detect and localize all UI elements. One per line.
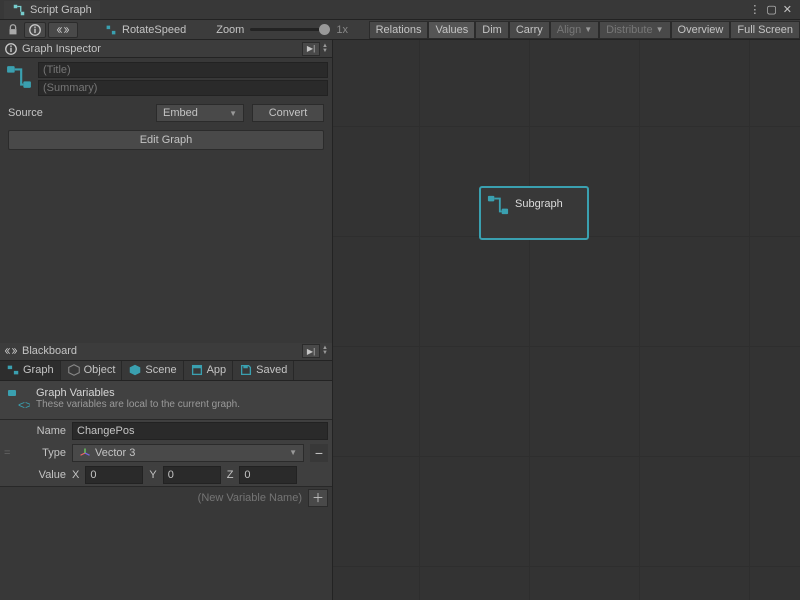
sidebar: Graph Inspector ▶| ▲ ▼ (Title) (Summary) xyxy=(0,40,333,600)
graph-variables-icon: <> xyxy=(6,387,30,411)
carry-button[interactable]: Carry xyxy=(509,21,550,39)
variable-icon xyxy=(104,23,118,37)
y-label: Y xyxy=(149,469,156,481)
graph-var-icon xyxy=(6,363,20,377)
graph-type-icon xyxy=(4,62,34,92)
graph-icon xyxy=(12,3,26,17)
blackboard-title: Blackboard xyxy=(22,345,77,357)
info-button[interactable] xyxy=(24,22,46,38)
panel-down-button[interactable]: ▼ xyxy=(322,49,328,54)
lock-icon xyxy=(6,23,20,37)
relations-button[interactable]: Relations xyxy=(369,21,429,39)
svg-text:<>: <> xyxy=(18,398,30,411)
fullscreen-button[interactable]: Full Screen xyxy=(730,21,800,39)
drag-handle[interactable]: = xyxy=(4,447,12,459)
window-titlebar: Script Graph ⋮ ▢ ✕ xyxy=(0,0,800,20)
chevrons-icon xyxy=(56,23,70,37)
source-label: Source xyxy=(8,107,148,119)
tab-app[interactable]: App xyxy=(184,361,234,380)
graph-variables-heading: Graph Variables xyxy=(36,387,240,399)
remove-variable-button[interactable]: − xyxy=(310,444,328,462)
graph-variables-subtext: These variables are local to the current… xyxy=(36,399,240,410)
scene-icon xyxy=(128,363,142,377)
tab-graph[interactable]: Graph xyxy=(0,361,61,380)
info-icon xyxy=(4,42,18,56)
breadcrumb-text[interactable]: RotateSpeed xyxy=(122,24,186,36)
convert-button[interactable]: Convert xyxy=(252,104,324,122)
graph-inspector-body: (Title) (Summary) Source Embed ▼ Convert… xyxy=(0,58,332,160)
add-variable-button[interactable]: ＋ xyxy=(308,489,328,507)
saved-icon xyxy=(239,363,253,377)
dim-button[interactable]: Dim xyxy=(475,21,509,39)
tab-scene[interactable]: Scene xyxy=(122,361,183,380)
value-x-input[interactable] xyxy=(85,466,143,484)
var-value-label: Value xyxy=(18,469,66,481)
edit-graph-button[interactable]: Edit Graph xyxy=(8,130,324,150)
values-button[interactable]: Values xyxy=(428,21,475,39)
collapse-right-button[interactable]: ▶| xyxy=(302,344,320,358)
subgraph-icon xyxy=(487,194,509,216)
maximize-icon[interactable]: ▢ xyxy=(766,3,776,16)
new-variable-placeholder[interactable]: (New Variable Name) xyxy=(4,492,308,504)
window-title: Script Graph xyxy=(30,4,92,16)
chevrons-icon xyxy=(4,344,18,358)
graph-inspector-header: Graph Inspector ▶| ▲ ▼ xyxy=(0,40,332,58)
panel-down-button[interactable]: ▼ xyxy=(322,351,328,356)
blackboard-header: Blackboard ▶| ▲ ▼ xyxy=(0,343,332,361)
source-dropdown[interactable]: Embed ▼ xyxy=(156,104,244,122)
z-label: Z xyxy=(227,469,234,481)
overview-button[interactable]: Overview xyxy=(671,21,731,39)
zoom-label: Zoom xyxy=(216,24,244,36)
lock-button[interactable] xyxy=(4,22,22,38)
graph-inspector-title: Graph Inspector xyxy=(22,43,101,55)
blackboard-toggle-button[interactable] xyxy=(48,22,78,38)
info-icon xyxy=(28,23,42,37)
value-y-input[interactable] xyxy=(163,466,221,484)
blackboard-tabs: Graph Object Scene App Saved xyxy=(0,361,332,381)
graph-summary-input[interactable]: (Summary) xyxy=(38,80,328,96)
object-icon xyxy=(67,363,81,377)
distribute-dropdown[interactable]: Distribute▼ xyxy=(599,21,670,39)
tab-saved[interactable]: Saved xyxy=(233,361,294,380)
app-icon xyxy=(190,363,204,377)
zoom-slider[interactable] xyxy=(250,28,330,31)
var-name-label: Name xyxy=(18,425,66,437)
vector3-icon xyxy=(79,447,91,459)
kebab-icon[interactable]: ⋮ xyxy=(749,3,760,16)
close-icon[interactable]: ✕ xyxy=(783,3,792,16)
collapse-right-button[interactable]: ▶| xyxy=(302,42,320,56)
value-z-input[interactable] xyxy=(239,466,297,484)
x-label: X xyxy=(72,469,79,481)
toolbar: RotateSpeed Zoom 1x Relations Values Dim… xyxy=(0,20,800,40)
zoom-slider-thumb[interactable] xyxy=(319,24,330,35)
blackboard-body: <> Graph Variables These variables are l… xyxy=(0,381,332,509)
var-type-label: Type xyxy=(18,447,66,459)
zoom-value: 1x xyxy=(336,24,348,36)
window-tab-scriptgraph[interactable]: Script Graph xyxy=(4,1,100,19)
var-name-input[interactable] xyxy=(72,422,328,440)
graph-canvas[interactable]: Subgraph xyxy=(333,40,800,600)
node-label: Subgraph xyxy=(515,198,563,210)
align-dropdown[interactable]: Align▼ xyxy=(550,21,599,39)
graph-title-input[interactable]: (Title) xyxy=(38,62,328,78)
var-type-dropdown[interactable]: Vector 3 ▼ xyxy=(72,444,304,462)
tab-object[interactable]: Object xyxy=(61,361,123,380)
node-subgraph[interactable]: Subgraph xyxy=(479,186,589,240)
